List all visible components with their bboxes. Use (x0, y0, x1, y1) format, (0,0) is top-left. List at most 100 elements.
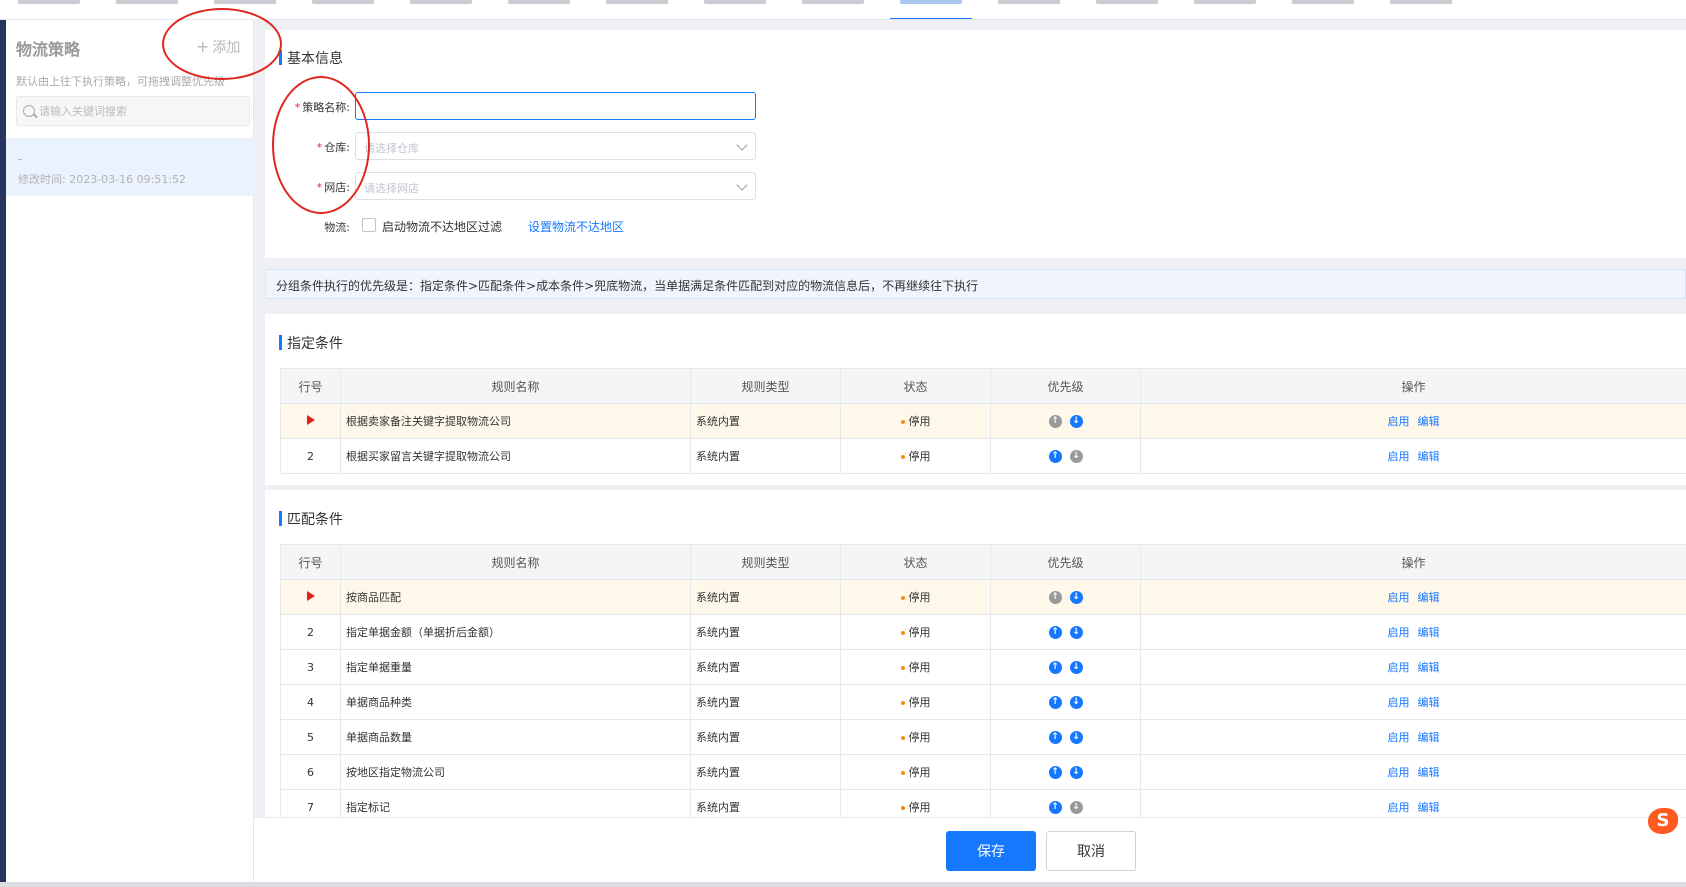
row-number: 6 (280, 754, 341, 790)
table-row[interactable]: 4 单据商品种类 系统内置 停用 ↑ ↓ 启用 编辑 (280, 684, 1686, 720)
top-tab[interactable] (980, 0, 1078, 19)
edit-link[interactable]: 编辑 (1418, 415, 1440, 428)
move-up-icon[interactable]: ↑ (1048, 414, 1062, 428)
edit-link[interactable]: 编辑 (1418, 801, 1440, 814)
move-down-icon[interactable]: ↓ (1069, 414, 1083, 428)
edit-link[interactable]: 编辑 (1418, 591, 1440, 604)
top-tab[interactable] (784, 0, 882, 19)
top-tab[interactable] (1372, 0, 1470, 19)
cancel-button[interactable]: 取消 (1046, 831, 1136, 871)
specified-conditions-table: 行号 规则名称 规则类型 状态 优先级 操作 根据卖家备注关键字提取物流公司 系… (280, 368, 1686, 474)
rule-name: 指定单据重量 (340, 649, 691, 685)
table-header-row: 行号 规则名称 规则类型 状态 优先级 操作 (280, 544, 1686, 580)
rule-type: 系统内置 (690, 789, 841, 817)
move-down-icon[interactable]: ↓ (1069, 695, 1083, 709)
search-box (16, 96, 250, 126)
col-header-type: 规则类型 (690, 544, 841, 580)
enable-link[interactable]: 启用 (1388, 591, 1410, 604)
edit-link[interactable]: 编辑 (1418, 766, 1440, 779)
table-row[interactable]: 7 指定标记 系统内置 停用 ↑ ↓ 启用 编辑 (280, 789, 1686, 817)
enable-link[interactable]: 启用 (1388, 801, 1410, 814)
top-tab[interactable] (294, 0, 392, 19)
rule-name: 按商品匹配 (340, 579, 691, 615)
top-tab[interactable] (1078, 0, 1176, 19)
table-row[interactable]: 根据卖家备注关键字提取物流公司 系统内置 停用 ↑ ↓ 启用 编辑 (280, 403, 1686, 439)
table-row[interactable]: 5 单据商品数量 系统内置 停用 ↑ ↓ 启用 编辑 (280, 719, 1686, 755)
top-tab[interactable] (588, 0, 686, 19)
strategy-name-input[interactable] (355, 92, 756, 120)
rule-name: 单据商品数量 (340, 719, 691, 755)
row-actions: 启用 编辑 (1140, 789, 1686, 817)
table-row[interactable]: 3 指定单据重量 系统内置 停用 ↑ ↓ 启用 编辑 (280, 649, 1686, 685)
status-dot-icon (900, 806, 905, 810)
set-unreachable-areas-link[interactable]: 设置物流不达地区 (528, 218, 624, 235)
status-badge: 停用 (840, 438, 991, 474)
move-up-icon[interactable]: ↑ (1048, 660, 1062, 674)
move-up-icon[interactable]: ↑ (1048, 765, 1062, 779)
strategy-list-item[interactable]: - 修改时间: 2023-03-16 09:51:52 (6, 138, 254, 196)
col-header-name: 规则名称 (340, 544, 691, 580)
save-button[interactable]: 保存 (946, 831, 1036, 871)
logistics-filter-checkbox[interactable] (362, 218, 376, 232)
table-row[interactable]: 2 根据买家留言关键字提取物流公司 系统内置 停用 ↑ ↓ 启用 编辑 (280, 438, 1686, 474)
move-up-icon[interactable]: ↑ (1048, 695, 1062, 709)
top-tab-active[interactable] (882, 0, 980, 19)
move-down-icon[interactable]: ↓ (1069, 765, 1083, 779)
priority-controls: ↑ ↓ (990, 614, 1141, 650)
enable-link[interactable]: 启用 (1388, 766, 1410, 779)
move-down-icon[interactable]: ↓ (1069, 660, 1083, 674)
rule-type: 系统内置 (690, 754, 841, 790)
priority-controls: ↑ ↓ (990, 789, 1141, 817)
edit-link[interactable]: 编辑 (1418, 626, 1440, 639)
col-header-no: 行号 (280, 368, 341, 404)
current-row-arrow-icon (306, 414, 315, 425)
table-row[interactable]: 按商品匹配 系统内置 停用 ↑ ↓ 启用 编辑 (280, 579, 1686, 615)
top-tab[interactable] (490, 0, 588, 19)
edit-link[interactable]: 编辑 (1418, 731, 1440, 744)
warehouse-placeholder: 请选择仓库 (364, 142, 419, 155)
col-header-type: 规则类型 (690, 368, 841, 404)
priority-controls: ↑ ↓ (990, 438, 1141, 474)
move-up-icon[interactable]: ↑ (1048, 449, 1062, 463)
move-up-icon[interactable]: ↑ (1048, 800, 1062, 814)
move-up-icon[interactable]: ↑ (1048, 590, 1062, 604)
move-up-icon[interactable]: ↑ (1048, 625, 1062, 639)
table-row[interactable]: 6 按地区指定物流公司 系统内置 停用 ↑ ↓ 启用 编辑 (280, 754, 1686, 790)
rule-name: 指定单据金额（单据折后金额） (340, 614, 691, 650)
enable-link[interactable]: 启用 (1388, 450, 1410, 463)
shop-select[interactable]: 请选择网店 (355, 172, 756, 200)
move-down-icon[interactable]: ↓ (1069, 449, 1083, 463)
enable-link[interactable]: 启用 (1388, 626, 1410, 639)
top-tab[interactable] (0, 0, 98, 19)
status-dot-icon (900, 666, 905, 670)
col-header-ops: 操作 (1140, 544, 1686, 580)
strategy-name: - (18, 152, 23, 166)
move-down-icon[interactable]: ↓ (1069, 730, 1083, 744)
top-tab[interactable] (686, 0, 784, 19)
move-down-icon[interactable]: ↓ (1069, 590, 1083, 604)
move-up-icon[interactable]: ↑ (1048, 730, 1062, 744)
move-down-icon[interactable]: ↓ (1069, 625, 1083, 639)
edit-link[interactable]: 编辑 (1418, 696, 1440, 709)
top-tab[interactable] (1176, 0, 1274, 19)
rule-type: 系统内置 (690, 579, 841, 615)
priority-controls: ↑ ↓ (990, 754, 1141, 790)
status-dot-icon (900, 736, 905, 740)
enable-link[interactable]: 启用 (1388, 696, 1410, 709)
edit-link[interactable]: 编辑 (1418, 450, 1440, 463)
status-badge: 停用 (840, 614, 991, 650)
top-tab[interactable] (392, 0, 490, 19)
enable-link[interactable]: 启用 (1388, 415, 1410, 428)
move-down-icon[interactable]: ↓ (1069, 800, 1083, 814)
enable-link[interactable]: 启用 (1388, 661, 1410, 674)
edit-link[interactable]: 编辑 (1418, 661, 1440, 674)
row-actions: 启用 编辑 (1140, 579, 1686, 615)
top-tab[interactable] (1274, 0, 1372, 19)
annotation-circle-add (162, 8, 282, 80)
status-dot-icon (900, 596, 905, 600)
enable-link[interactable]: 启用 (1388, 731, 1410, 744)
warehouse-select[interactable]: 请选择仓库 (355, 132, 756, 160)
search-input[interactable] (39, 97, 244, 125)
table-row[interactable]: 2 指定单据金额（单据折后金额） 系统内置 停用 ↑ ↓ 启用 编辑 (280, 614, 1686, 650)
priority-controls: ↑ ↓ (990, 649, 1141, 685)
